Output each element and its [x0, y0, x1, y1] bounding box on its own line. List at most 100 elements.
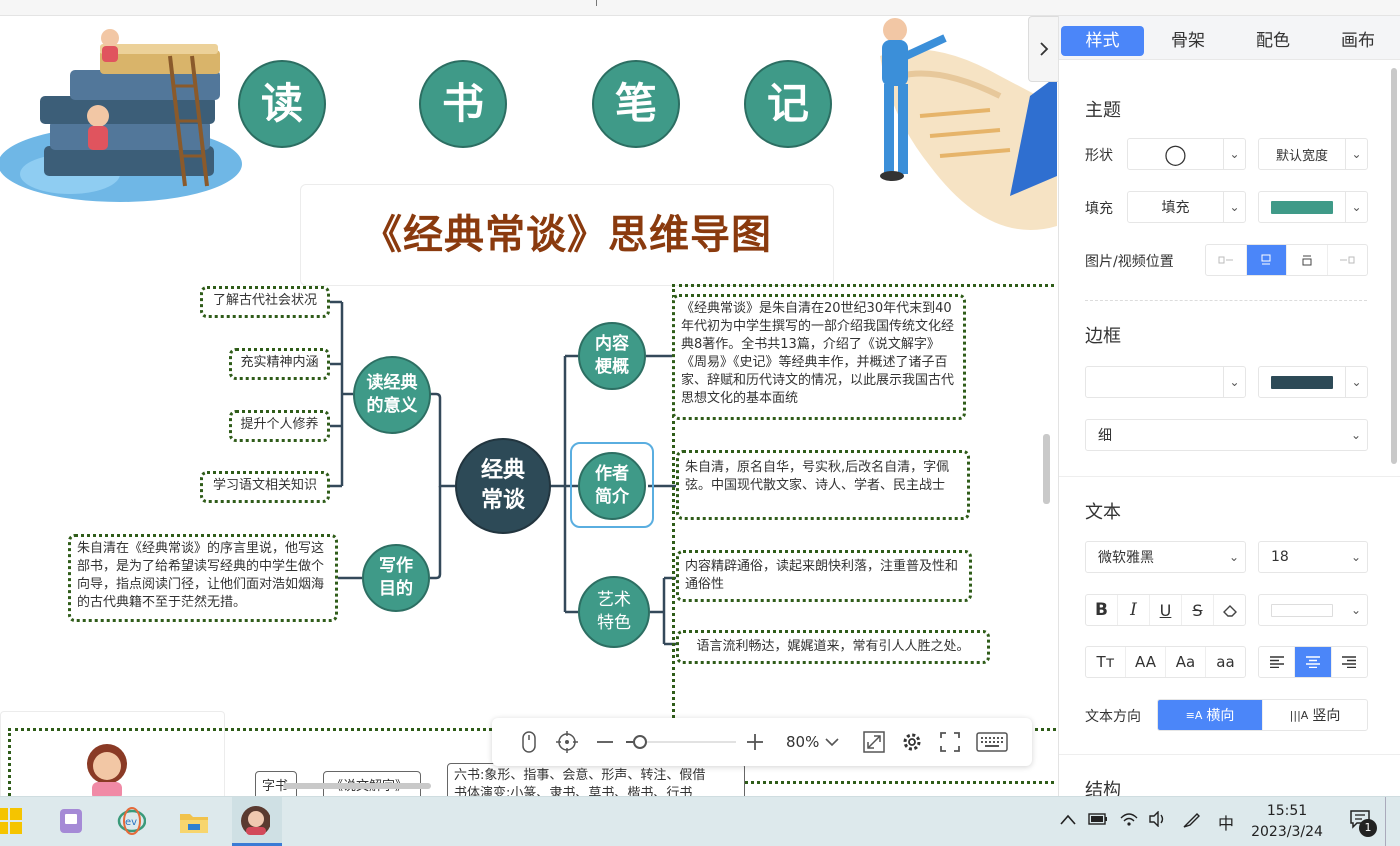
tab-skeleton[interactable]: 骨架 — [1147, 26, 1229, 56]
align-center-icon[interactable] — [1295, 647, 1332, 677]
start-icon[interactable] — [0, 806, 28, 836]
border-width-select[interactable]: 细 ⌄ — [1085, 419, 1368, 451]
zoom-level[interactable]: 80% — [786, 733, 819, 751]
eraser-icon[interactable] — [1214, 595, 1245, 625]
volume-icon[interactable] — [1148, 810, 1168, 831]
keyboard-icon[interactable] — [969, 724, 1015, 760]
peek-box-liushu[interactable]: 六书:象形、指事、会意、形声、转注、假借 书体演变:小篆、隶书、草书、楷书、行书 — [447, 763, 745, 796]
zoom-slider-fill — [626, 741, 633, 743]
mindmap-canvas[interactable]: 读 书 笔 记 《经典常谈》思维导图 经典 常谈 读经典 的意义 写作 目的 了… — [0, 16, 1057, 796]
leaf-content-summary-text[interactable]: 《经典常谈》是朱自清在20世纪30年代末到40年代初为中学生撰写的一部介绍我国传… — [672, 294, 966, 420]
node-artistic-features[interactable]: 艺术 特色 — [578, 576, 650, 648]
center-node[interactable]: 经典 常谈 — [455, 438, 551, 534]
file-explorer-icon[interactable] — [178, 806, 208, 836]
chevron-up-icon[interactable] — [1060, 811, 1076, 830]
mouse-icon[interactable] — [510, 724, 548, 760]
media-top-option[interactable] — [1246, 245, 1287, 275]
horizontal-scrollbar[interactable] — [283, 783, 431, 789]
direction-vertical-label: 竖向 — [1312, 708, 1341, 724]
text-align-group — [1258, 646, 1368, 678]
text-color-swatch — [1271, 603, 1333, 617]
italic-icon[interactable]: I — [1118, 595, 1150, 625]
zoom-slider-knob[interactable] — [632, 735, 647, 749]
settings-icon[interactable] — [893, 724, 931, 760]
chevron-down-icon: ⌄ — [1228, 550, 1240, 564]
battery-icon[interactable] — [1088, 811, 1108, 830]
shape-label: 形状 — [1085, 148, 1113, 164]
align-right-icon[interactable] — [1332, 647, 1367, 677]
media-position-label: 图片/视频位置 — [1085, 254, 1174, 270]
zoom-slider[interactable] — [626, 732, 736, 752]
direction-vertical-option[interactable]: |||A 竖向 — [1263, 700, 1367, 730]
case-option-2[interactable]: AA — [1126, 647, 1166, 677]
font-family-select[interactable]: 微软雅黑 ⌄ — [1085, 541, 1246, 573]
leaf-ancient-society[interactable]: 了解古代社会状况 — [200, 286, 330, 318]
fill-select[interactable]: 填充 ⌄ — [1127, 191, 1246, 223]
clock-date: 2023/3/24 — [1251, 824, 1323, 840]
bold-icon[interactable]: B — [1086, 595, 1118, 625]
tab-canvas[interactable]: 画布 — [1317, 26, 1399, 56]
node-writing-purpose[interactable]: 写作 目的 — [362, 544, 430, 612]
wifi-icon[interactable] — [1120, 811, 1138, 831]
width-select[interactable]: 默认宽度 ⌄ — [1258, 138, 1368, 170]
tab-style[interactable]: 样式 — [1061, 26, 1144, 56]
title-char-bi: 笔 — [592, 60, 680, 148]
browser-avatar-icon[interactable] — [240, 805, 270, 835]
media-bottom-option[interactable] — [1287, 245, 1328, 275]
underline-icon[interactable]: U — [1150, 595, 1182, 625]
font-size-value: 18 — [1271, 549, 1289, 565]
zoom-in-icon[interactable] — [736, 724, 774, 760]
case-option-4[interactable]: aa — [1206, 647, 1245, 677]
leaf-language-knowledge[interactable]: 学习语文相关知识 — [200, 471, 330, 503]
notes-app-icon[interactable] — [56, 806, 86, 836]
locate-icon[interactable] — [548, 724, 586, 760]
shape-select[interactable]: ◯ ⌄ — [1127, 138, 1246, 170]
chevron-down-icon: ⌄ — [1350, 550, 1362, 564]
leaf-self-cultivation[interactable]: 提升个人修养 — [229, 410, 330, 442]
horizontal-text-icon: ≡A — [1185, 708, 1203, 722]
node-author-intro[interactable]: 作者 简介 — [578, 452, 646, 520]
show-desktop-divider[interactable] — [1385, 797, 1386, 846]
fill-color-select[interactable]: ⌄ — [1258, 191, 1368, 223]
ime-indicator[interactable]: 中 — [1218, 810, 1234, 834]
case-option-1[interactable]: Tт — [1086, 647, 1126, 677]
text-direction-group: ≡A 横向 |||A 竖向 — [1157, 699, 1368, 731]
vertical-scrollbar[interactable] — [1043, 434, 1050, 504]
case-option-3[interactable]: Aa — [1166, 647, 1206, 677]
media-left-option[interactable] — [1206, 245, 1247, 275]
leaf-spiritual-enrichment[interactable]: 充实精神内涵 — [229, 348, 330, 380]
collapse-panel-button[interactable] — [1028, 16, 1058, 82]
pen-icon[interactable] — [1182, 811, 1202, 833]
text-color-select[interactable]: ⌄ — [1258, 594, 1368, 626]
node-reading-significance[interactable]: 读经典 的意义 — [353, 356, 431, 434]
text-section-title: 文本 — [1085, 502, 1121, 523]
panel-scrollbar[interactable] — [1391, 68, 1397, 464]
chevron-down-icon: ⌄ — [1223, 139, 1245, 169]
ev-recorder-icon[interactable]: ev — [116, 806, 146, 836]
align-left-icon[interactable] — [1259, 647, 1296, 677]
clock[interactable]: 15:51 2023/3/24 — [1250, 801, 1324, 843]
node-content-summary[interactable]: 内容 梗概 — [578, 322, 646, 390]
leaf-writing-purpose-text[interactable]: 朱自清在《经典常谈》的序言里说，他写这部书，是为了给希望读写经典的中学生做个向导… — [68, 534, 338, 622]
leaf-art-feature-2[interactable]: 语言流利畅达，娓娓道来，常有引人人胜之处。 — [676, 630, 990, 664]
strikethrough-icon[interactable]: S — [1182, 595, 1214, 625]
font-size-select[interactable]: 18 ⌄ — [1258, 541, 1368, 573]
style-panel: 样式 骨架 配色 画布 主题 形状 ◯ ⌄ 默认宽度 ⌄ 填充 填充 ⌄ ⌄ 图… — [1058, 16, 1400, 796]
border-color-select[interactable]: ⌄ — [1258, 366, 1368, 398]
leaf-author-intro-text[interactable]: 朱自清，原名自华，号实秋,后改名自清，字佩弦。中国现代散文家、诗人、学者、民主战… — [676, 450, 970, 520]
chevron-down-icon[interactable] — [819, 724, 845, 760]
fit-view-icon[interactable] — [855, 724, 893, 760]
chevron-right-icon — [1039, 42, 1048, 56]
chevron-down-icon: ⌄ — [1345, 367, 1367, 397]
zoom-out-icon[interactable] — [586, 724, 624, 760]
media-right-option[interactable] — [1328, 245, 1368, 275]
peek-liushu-line1: 六书:象形、指事、会意、形声、转注、假借 — [454, 768, 706, 783]
fullscreen-icon[interactable] — [931, 724, 969, 760]
tab-color-scheme[interactable]: 配色 — [1231, 26, 1315, 56]
leaf-art-feature-1[interactable]: 内容精辟通俗，读起来朗快利落，注重普及性和通俗性 — [676, 550, 972, 602]
border-style-select[interactable]: ⌄ — [1085, 366, 1246, 398]
direction-horizontal-option[interactable]: ≡A 横向 — [1158, 700, 1263, 730]
svg-text:ev: ev — [125, 817, 137, 828]
chevron-down-icon: ⌄ — [1345, 139, 1367, 169]
main-title[interactable]: 《经典常谈》思维导图 — [300, 184, 834, 286]
